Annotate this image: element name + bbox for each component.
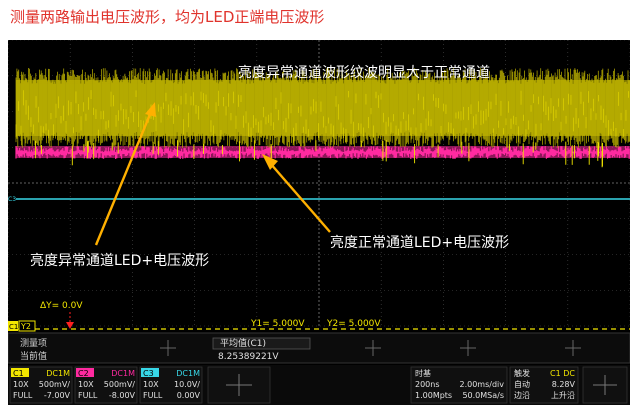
trigger-mode: 自动 xyxy=(514,379,530,389)
timebase-points: 1.00Mpts xyxy=(415,391,452,400)
ch3-marker[interactable]: C3 xyxy=(8,196,16,203)
trigger-slope: 上升沿 xyxy=(551,391,575,400)
oscilloscope-screen: C3 亮度异常通道波形纹波明显大于正常通道 亮度异常通道LED+电压波形 亮度正… xyxy=(8,40,630,405)
timebase-title: 时基 xyxy=(415,368,431,378)
channel-box-c3[interactable]: C3 DC1M 10X 10.0V/FULL 0.00V xyxy=(139,366,203,404)
annotation-left: 亮度异常通道LED+电压波形 xyxy=(30,252,209,269)
channel-id: C3 xyxy=(143,369,154,378)
trigger-source: C1 DC xyxy=(550,369,575,378)
figure-caption: 测量两路输出电压波形，均为LED正端电压波形 xyxy=(10,8,325,26)
trigger-level: 8.28V xyxy=(552,380,576,389)
cursor-tag-label: Y2 xyxy=(20,322,31,331)
timebase-scale: 2.00ms/div xyxy=(459,380,504,389)
measure-name: 平均值(C1) xyxy=(220,337,266,349)
timebase-delay: 200ns xyxy=(415,380,440,389)
trigger-type: 边沿 xyxy=(514,390,530,400)
measure-current-label: 当前值 xyxy=(20,350,47,362)
add-channel-slot[interactable] xyxy=(207,366,271,404)
cursor-y2-readout: Y2= 5.000V xyxy=(326,319,381,329)
delta-y-readout: ΔY= 0.0V xyxy=(40,301,83,311)
annotation-top: 亮度异常通道波形纹波明显大于正常通道 xyxy=(238,64,490,81)
channel-box-c2[interactable]: C2 DC1M 10X 500mV/FULL -8.00V xyxy=(74,366,138,404)
cursor-y1-readout: Y1= 5.000V xyxy=(250,319,305,329)
channel-probe: 10X xyxy=(143,380,159,389)
scope-display: C3 亮度异常通道波形纹波明显大于正常通道 亮度异常通道LED+电压波形 亮度正… xyxy=(8,40,630,405)
channel-scale: 500mV/ xyxy=(104,380,136,389)
channel-bandwidth: FULL xyxy=(13,391,33,400)
timebase-panel[interactable]: 时基 200ns 2.00ms/div 1.00Mpts 50.0MSa/s xyxy=(410,366,508,404)
channel-id: C1 xyxy=(13,369,24,378)
channel-scale: 10.0V/ xyxy=(174,380,200,389)
channel-coupling: DC1M xyxy=(176,369,200,378)
channel-coupling: DC1M xyxy=(111,369,135,378)
channel-id: C2 xyxy=(78,369,89,378)
measure-value: 8.25389221V xyxy=(218,352,279,362)
channel-probe: 10X xyxy=(78,380,94,389)
ch1-marker-label: C1 xyxy=(9,323,18,331)
trigger-panel[interactable]: 触发 C1 DC 自动 8.28V 边沿 上升沿 xyxy=(509,366,579,404)
measure-item-label: 测量项 xyxy=(20,338,47,349)
measurement-panel xyxy=(8,332,630,364)
channel-box-c1[interactable]: C1 DC1M 10X 500mV/FULL -7.00V xyxy=(9,366,73,404)
channel-probe: 10X xyxy=(13,380,29,389)
channel-scale: 500mV/ xyxy=(39,380,71,389)
ch2-waveform xyxy=(15,146,630,159)
channel-offset: 0.00V xyxy=(177,391,201,400)
channel-offset: -8.00V xyxy=(109,391,136,400)
timebase-rate: 50.0MSa/s xyxy=(462,391,504,400)
side-menu-button[interactable] xyxy=(582,366,628,404)
annotation-right: 亮度正常通道LED+电压波形 xyxy=(330,234,509,251)
channel-offset: -7.00V xyxy=(44,391,71,400)
channel-bandwidth: FULL xyxy=(143,391,163,400)
channel-bandwidth: FULL xyxy=(78,391,98,400)
channel-settings: C1 DC1M 10X 500mV/FULL -7.00V C2 DC1M 10X 500mV/… xyxy=(9,366,203,404)
channel-coupling: DC1M xyxy=(46,369,70,378)
trigger-title: 触发 xyxy=(514,368,530,378)
